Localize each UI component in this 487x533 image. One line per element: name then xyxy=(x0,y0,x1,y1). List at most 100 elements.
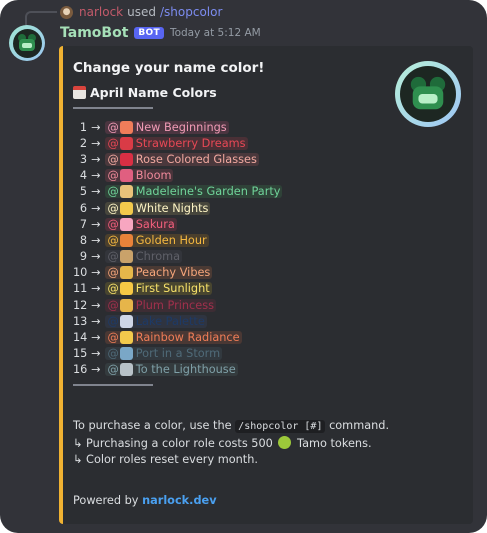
tamo-token-icon xyxy=(278,436,292,449)
color-list-item: 10 → @ Peachy Vibes xyxy=(73,265,282,281)
arrow-icon: → xyxy=(91,136,101,150)
reset-line: ↳ Color roles reset every month. xyxy=(73,453,258,466)
role-mention[interactable]: @ Madeleine's Garden Party xyxy=(105,185,283,199)
tamo-icon xyxy=(18,34,36,51)
arrow-icon: → xyxy=(91,282,101,296)
color-number: 14 xyxy=(73,331,88,345)
arrow-icon: → xyxy=(91,363,101,377)
mention-at-symbol: @ xyxy=(107,201,119,215)
role-mention[interactable]: @ Rose Colored Glasses xyxy=(105,152,259,166)
section-title: April Name Colors xyxy=(73,85,217,100)
reply-username[interactable]: narlock xyxy=(79,5,123,19)
role-name: Rose Colored Glasses xyxy=(135,152,257,166)
rain-cloud-icon xyxy=(119,314,133,328)
sunset-icon xyxy=(119,233,133,247)
role-mention[interactable]: @ Chroma xyxy=(105,250,183,264)
role-mention[interactable]: @ Rainbow Radiance xyxy=(105,331,242,345)
palette-icon xyxy=(119,250,133,264)
color-list-item: 7 → @ Sakura xyxy=(73,216,282,232)
discord-message: ● narlock used /shopcolor TamoBot BOT To… xyxy=(0,0,487,533)
role-name: Peachy Vibes xyxy=(135,266,211,280)
reply-reference[interactable]: ● narlock used /shopcolor xyxy=(60,4,222,20)
color-number: 15 xyxy=(73,347,88,361)
role-mention[interactable]: @ Peachy Vibes xyxy=(105,266,213,280)
reply-user-avatar[interactable]: ● xyxy=(60,5,73,19)
role-name: Port in a Storm xyxy=(135,347,221,361)
mention-at-symbol: @ xyxy=(107,314,119,328)
role-mention[interactable]: @ Lake Palette xyxy=(105,314,207,328)
embed-title: Change your name color! xyxy=(73,60,265,76)
powered-link[interactable]: narlock.dev xyxy=(142,494,216,507)
color-list-item: 11 → @ First Sunlight xyxy=(73,281,282,297)
calendar-icon xyxy=(73,86,86,99)
role-mention[interactable]: @ To the Lighthouse xyxy=(105,363,238,377)
color-number: 7 xyxy=(79,217,87,231)
color-list-item: 1 → @ New Beginnings xyxy=(73,119,282,135)
purchase-prefix: To purchase a color, use the xyxy=(73,419,232,432)
role-name: White Nights xyxy=(135,201,209,215)
role-mention[interactable]: @ Port in a Storm xyxy=(105,347,223,361)
role-mention[interactable]: @ Bloom xyxy=(105,169,174,183)
embed-thumbnail[interactable] xyxy=(395,61,461,127)
section-title-text: April Name Colors xyxy=(90,85,217,100)
rose-icon xyxy=(119,152,133,166)
role-mention[interactable]: @ White Nights xyxy=(105,201,211,215)
arrow-icon: → xyxy=(91,298,101,312)
color-list-item: 14 → @ Rainbow Radiance xyxy=(73,329,282,345)
color-list-item: 9 → @ Chroma xyxy=(73,249,282,265)
color-list-item: 5 → @ Madeleine's Garden Party xyxy=(73,184,283,200)
mention-at-symbol: @ xyxy=(107,233,119,247)
mention-at-symbol: @ xyxy=(107,136,119,150)
color-list-item: 4 → @ Bloom xyxy=(73,168,282,184)
cupcake-icon xyxy=(119,185,133,199)
color-number: 11 xyxy=(73,282,88,296)
bot-badge: BOT xyxy=(134,27,164,39)
role-mention[interactable]: @ New Beginnings xyxy=(105,120,229,134)
message-header: TamoBot BOT Today at 5:12 AM xyxy=(60,24,261,42)
princess-icon xyxy=(119,298,133,312)
powered-by: Powered by narlock.dev xyxy=(73,494,217,507)
arrow-icon: → xyxy=(91,233,101,247)
arrow-icon: → xyxy=(91,266,101,280)
sunrise-icon xyxy=(119,120,133,134)
arrow-icon: → xyxy=(91,331,101,345)
role-mention[interactable]: @ Strawberry Dreams xyxy=(105,136,248,150)
arrow-icon: → xyxy=(91,185,101,199)
color-number: 6 xyxy=(79,201,87,215)
cost-prefix: ↳ Purchasing a color role costs 500 xyxy=(73,437,273,450)
role-name: Golden Hour xyxy=(135,233,207,247)
mention-at-symbol: @ xyxy=(107,266,119,280)
arrow-icon: → xyxy=(91,201,101,215)
reply-command[interactable]: /shopcolor xyxy=(160,5,222,19)
role-name: Plum Princess xyxy=(135,298,214,312)
color-number: 12 xyxy=(73,298,88,312)
color-list-item: 6 → @ White Nights xyxy=(73,200,282,216)
mention-at-symbol: @ xyxy=(107,152,119,166)
role-mention[interactable]: @ First Sunlight xyxy=(105,282,212,296)
color-number: 16 xyxy=(73,363,88,377)
mention-at-symbol: @ xyxy=(107,347,119,361)
role-mention[interactable]: @ Plum Princess xyxy=(105,298,216,312)
role-name: To the Lighthouse xyxy=(135,363,236,377)
color-list-item: 2 → @ Strawberry Dreams xyxy=(73,135,282,151)
bot-name[interactable]: TamoBot xyxy=(60,25,128,41)
powered-prefix: Powered by xyxy=(73,494,139,507)
tulip-icon xyxy=(119,169,133,183)
role-mention[interactable]: @ Sakura xyxy=(105,217,177,231)
color-number: 13 xyxy=(73,314,88,328)
color-number: 3 xyxy=(79,152,87,166)
color-list-item: 13 → @ Lake Palette xyxy=(73,313,282,329)
timestamp[interactable]: Today at 5:12 AM xyxy=(170,27,261,39)
color-number: 5 xyxy=(79,185,87,199)
arrow-icon: → xyxy=(91,152,101,166)
mention-at-symbol: @ xyxy=(107,331,119,345)
bot-avatar[interactable] xyxy=(9,25,45,61)
role-mention[interactable]: @ Golden Hour xyxy=(105,233,209,247)
divider-top xyxy=(73,107,153,109)
role-name: New Beginnings xyxy=(135,120,227,134)
role-name: Rainbow Radiance xyxy=(135,331,240,345)
cost-suffix: Tamo tokens. xyxy=(297,437,372,450)
color-number: 8 xyxy=(79,233,87,247)
color-list: 1 → @ New Beginnings 2 → @ Strawberry Dreams 3 → @… xyxy=(73,119,283,378)
arrow-icon: → xyxy=(91,250,101,264)
